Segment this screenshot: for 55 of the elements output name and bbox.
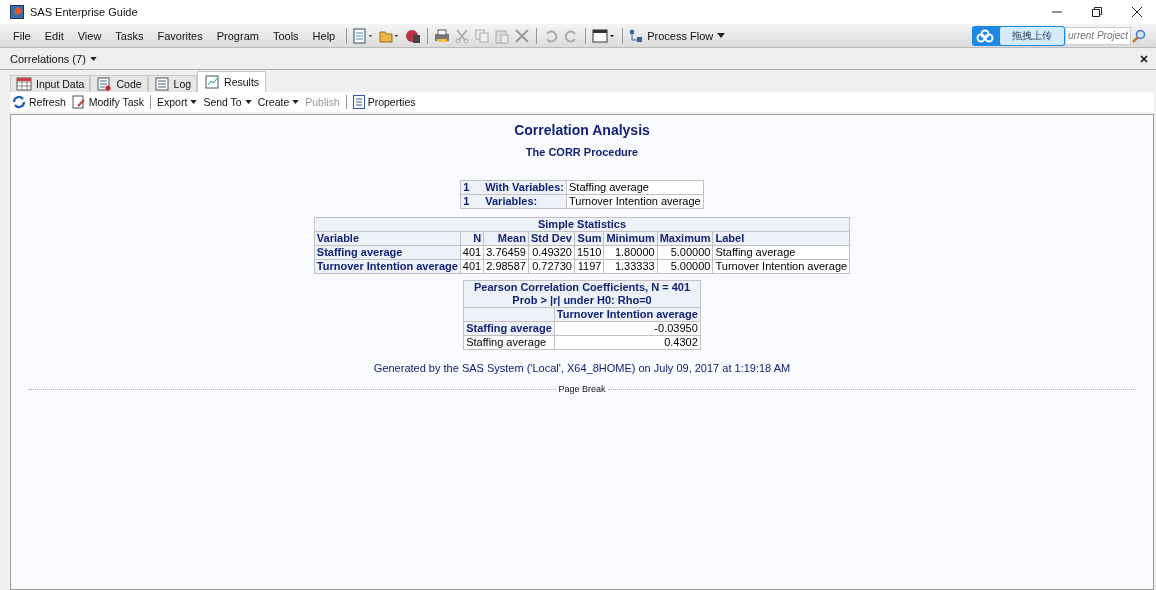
report-footer: Generated by the SAS System ('Local', X64_8HOME) on July 09, 2017 at 1:19:18 AM [373, 362, 791, 374]
menu-item[interactable]: Tools [267, 29, 304, 42]
project-tab[interactable]: Correlations (7) [10, 52, 97, 65]
toolbar-button[interactable]: Refresh [12, 95, 66, 109]
caret-icon [244, 100, 252, 104]
menu-item[interactable]: File [8, 29, 36, 42]
undo-icon[interactable] [543, 27, 560, 44]
caret-icon [89, 56, 97, 61]
tab[interactable]: Log [147, 75, 198, 92]
upload-button[interactable]: 拖拽上传 [972, 25, 1065, 46]
close-icon[interactable] [1140, 54, 1148, 63]
cloud-icon [976, 28, 994, 43]
upload-label: 拖拽上传 [1000, 26, 1064, 45]
list-icon [352, 95, 365, 109]
edit-icon [71, 95, 86, 109]
save-icon[interactable] [405, 27, 422, 44]
table-header-cell: 1 With Variables: [460, 180, 567, 195]
caret-icon [190, 100, 198, 104]
window-title: SAS Enterprise Guide [30, 6, 138, 18]
menu-item[interactable]: Program [211, 29, 264, 42]
menu-item[interactable]: Help [307, 29, 341, 42]
report-title: Correlation Analysis [514, 122, 650, 138]
page-break-label: Page Break [558, 384, 606, 394]
close-icon[interactable] [1132, 7, 1142, 17]
report-subtitle: The CORR Procedure [525, 146, 639, 158]
table-title: Pearson Correlation Coefficients, N = 401 Prob > |r| under H0: Rho=0 [463, 280, 701, 308]
table-title: Simple Statistics [314, 217, 850, 232]
menu-item[interactable]: Favorites [152, 29, 208, 42]
report-icon [204, 75, 221, 89]
tab[interactable]: Code [90, 75, 148, 92]
copy-icon[interactable] [474, 27, 491, 44]
search-field[interactable]: urrent Project [1065, 26, 1131, 45]
menu-item[interactable]: Edit [39, 29, 69, 42]
delete-icon[interactable] [514, 27, 531, 44]
table-cell: Staffing average [566, 180, 704, 195]
process-flow-button[interactable]: Process Flow [629, 28, 730, 43]
toolbar-button[interactable]: Send To [203, 96, 252, 108]
print-icon[interactable] [434, 27, 451, 44]
menu-item[interactable]: Tasks [110, 29, 149, 42]
toolbar-button[interactable]: Properties [352, 95, 416, 109]
tab[interactable]: Input Data [10, 75, 91, 92]
refresh-icon [12, 95, 26, 109]
caret-icon [717, 33, 726, 38]
app-icon [10, 5, 24, 19]
toolbar-button[interactable]: Modify Task [71, 95, 144, 109]
tab[interactable]: Results [197, 71, 267, 92]
process-flow-icon [629, 28, 644, 43]
menu-item[interactable]: View [72, 29, 107, 42]
paste-icon[interactable] [494, 27, 511, 44]
toolbar-button[interactable]: Export [157, 96, 198, 108]
window-icon[interactable] [592, 27, 617, 44]
caret-icon [292, 100, 300, 104]
toolbar-button[interactable]: Create [257, 96, 300, 108]
restore-icon[interactable] [1092, 7, 1102, 17]
search-icon [1132, 28, 1146, 43]
